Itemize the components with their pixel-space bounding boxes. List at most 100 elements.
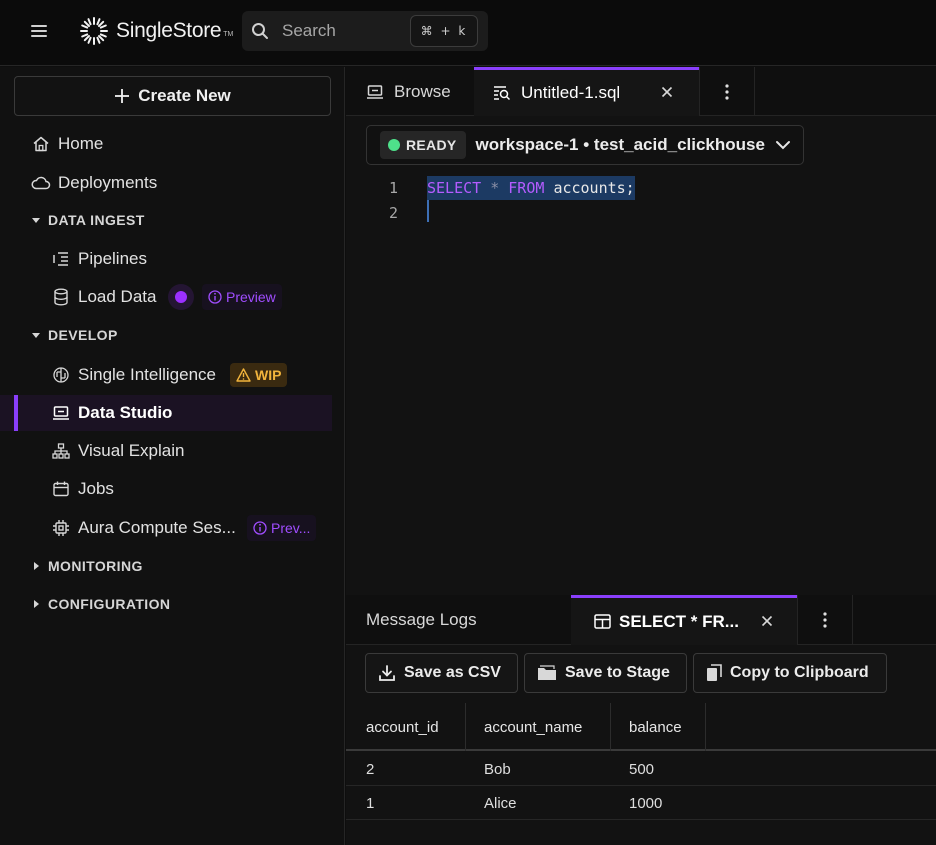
chip-icon (51, 518, 71, 538)
button-label: Copy to Clipboard (730, 664, 869, 681)
button-label: Save as CSV (404, 664, 501, 681)
workspace-selector[interactable]: READY workspace-1 • test_acid_clickhouse (366, 125, 804, 165)
pipelines-icon (51, 249, 71, 269)
save-as-csv-button[interactable]: Save as CSV (365, 653, 518, 693)
sidebar: Create New Home Deployments DATA INGEST … (0, 67, 345, 845)
column-header-balance[interactable]: balance (611, 703, 706, 751)
sql-identifier: accounts; (553, 179, 635, 197)
create-new-button[interactable]: Create New (14, 76, 331, 116)
sidebar-item-home[interactable]: Home (0, 126, 332, 162)
tab-label: Untitled-1.sql (521, 83, 621, 102)
results-tab-bar: Message Logs SELECT * FR... (346, 595, 936, 645)
database-icon (51, 287, 71, 307)
preview-badge-label: Prev... (271, 520, 311, 536)
status-dot (388, 139, 400, 151)
section-develop[interactable]: DEVELOP (0, 320, 332, 350)
tab-browse[interactable]: Browse (346, 67, 473, 116)
close-icon[interactable] (661, 86, 673, 98)
chevron-down-icon (776, 141, 790, 150)
code-line[interactable]: SELECT * FROM accounts; (427, 176, 635, 200)
sql-keyword: SELECT (427, 179, 482, 197)
folder-icon (538, 665, 556, 680)
sidebar-item-aura-compute[interactable]: Aura Compute Ses... Prev... (0, 510, 332, 546)
cell-account-id: 2 (366, 760, 375, 778)
cell-account-id: 1 (366, 794, 375, 812)
laptop-icon (51, 403, 71, 423)
results-more-button[interactable] (797, 595, 853, 645)
search-icon (252, 23, 268, 39)
workspace-database-label: workspace-1 • test_acid_clickhouse (475, 135, 765, 154)
tab-label: Browse (394, 81, 451, 101)
top-bar: SingleStore TM Search ⌘ + k (0, 0, 936, 66)
tab-query-result[interactable]: SELECT * FR... (571, 595, 797, 645)
main-panel: Browse Untitled-1.sql READY workspace-1 … (346, 67, 936, 845)
cell-account-name: Alice (484, 794, 517, 812)
preview-badge: Preview (202, 284, 282, 310)
section-label: DEVELOP (48, 327, 118, 343)
sql-editor[interactable]: 1 2 SELECT * FROM accounts; (346, 175, 936, 595)
sidebar-item-deployments[interactable]: Deployments (0, 165, 332, 201)
singlestore-logo-icon (80, 17, 108, 45)
info-icon (208, 290, 222, 304)
sidebar-item-jobs[interactable]: Jobs (0, 471, 332, 507)
sidebar-item-label: Load Data (78, 287, 157, 306)
preview-badge-label: Preview (226, 289, 276, 305)
sidebar-item-label: Jobs (78, 479, 114, 498)
wip-badge-label: WIP (255, 367, 282, 383)
tab-message-logs[interactable]: Message Logs (346, 595, 571, 645)
sidebar-item-pipelines[interactable]: Pipelines (0, 241, 332, 277)
status-badge: READY (380, 131, 466, 159)
results-grid-header: account_id account_name balance (346, 703, 936, 751)
caret-right-icon (31, 599, 41, 609)
copy-to-clipboard-button[interactable]: Copy to Clipboard (693, 653, 887, 693)
column-header-account-name[interactable]: account_name (466, 703, 611, 751)
close-icon[interactable] (761, 615, 773, 627)
menu-icon[interactable] (28, 20, 50, 42)
section-configuration[interactable]: CONFIGURATION (0, 589, 332, 619)
sidebar-item-data-studio[interactable]: Data Studio (0, 395, 332, 431)
sidebar-item-label: Home (58, 134, 104, 153)
search-box[interactable]: Search ⌘ + k (242, 11, 488, 51)
query-file-icon (494, 86, 511, 101)
table-row[interactable]: 1 Alice 1000 (346, 786, 936, 820)
more-vertical-icon (725, 83, 729, 100)
section-data-ingest[interactable]: DATA INGEST (0, 205, 332, 235)
brain-icon (51, 365, 71, 385)
column-header-account-id[interactable]: account_id (346, 703, 466, 751)
save-to-stage-button[interactable]: Save to Stage (524, 653, 687, 693)
create-new-label: Create New (138, 86, 231, 105)
section-monitoring[interactable]: MONITORING (0, 551, 332, 581)
sidebar-item-label: Aura Compute Ses... (78, 518, 236, 537)
sidebar-item-label: Single Intelligence (78, 365, 216, 384)
sidebar-item-label: Data Studio (78, 403, 173, 422)
caret-right-icon (31, 561, 41, 571)
cell-balance: 500 (629, 760, 655, 778)
table-row[interactable]: 2 Bob 500 (346, 752, 936, 786)
warning-icon (236, 368, 251, 382)
line-number: 1 (388, 179, 398, 197)
sidebar-item-visual-explain[interactable]: Visual Explain (0, 433, 332, 469)
search-placeholder: Search (282, 21, 336, 40)
section-label: CONFIGURATION (48, 596, 171, 612)
tab-label: SELECT * FR... (619, 611, 739, 631)
sidebar-item-load-data[interactable]: Load Data Preview (0, 279, 332, 315)
plus-icon (115, 89, 130, 103)
text-cursor (427, 200, 429, 222)
new-indicator-dot (168, 284, 194, 310)
sidebar-item-single-intelligence[interactable]: Single Intelligence WIP (0, 357, 332, 393)
caret-down-icon (31, 330, 41, 340)
tab-more-button[interactable] (699, 67, 755, 116)
section-label: MONITORING (48, 558, 143, 574)
home-icon (31, 134, 51, 154)
singlestore-logo[interactable]: SingleStore TM (78, 14, 233, 48)
cloud-icon (31, 173, 51, 193)
table-icon (594, 614, 611, 629)
editor-tab-bar: Browse Untitled-1.sql (346, 67, 936, 116)
results-panel: Message Logs SELECT * FR... Save as CSV … (346, 595, 936, 845)
laptop-icon (367, 84, 383, 99)
more-vertical-icon (823, 612, 827, 628)
button-label: Save to Stage (565, 664, 670, 681)
status-label: READY (406, 137, 457, 153)
preview-badge: Prev... (247, 515, 317, 541)
tab-untitled-sql[interactable]: Untitled-1.sql (474, 67, 699, 116)
